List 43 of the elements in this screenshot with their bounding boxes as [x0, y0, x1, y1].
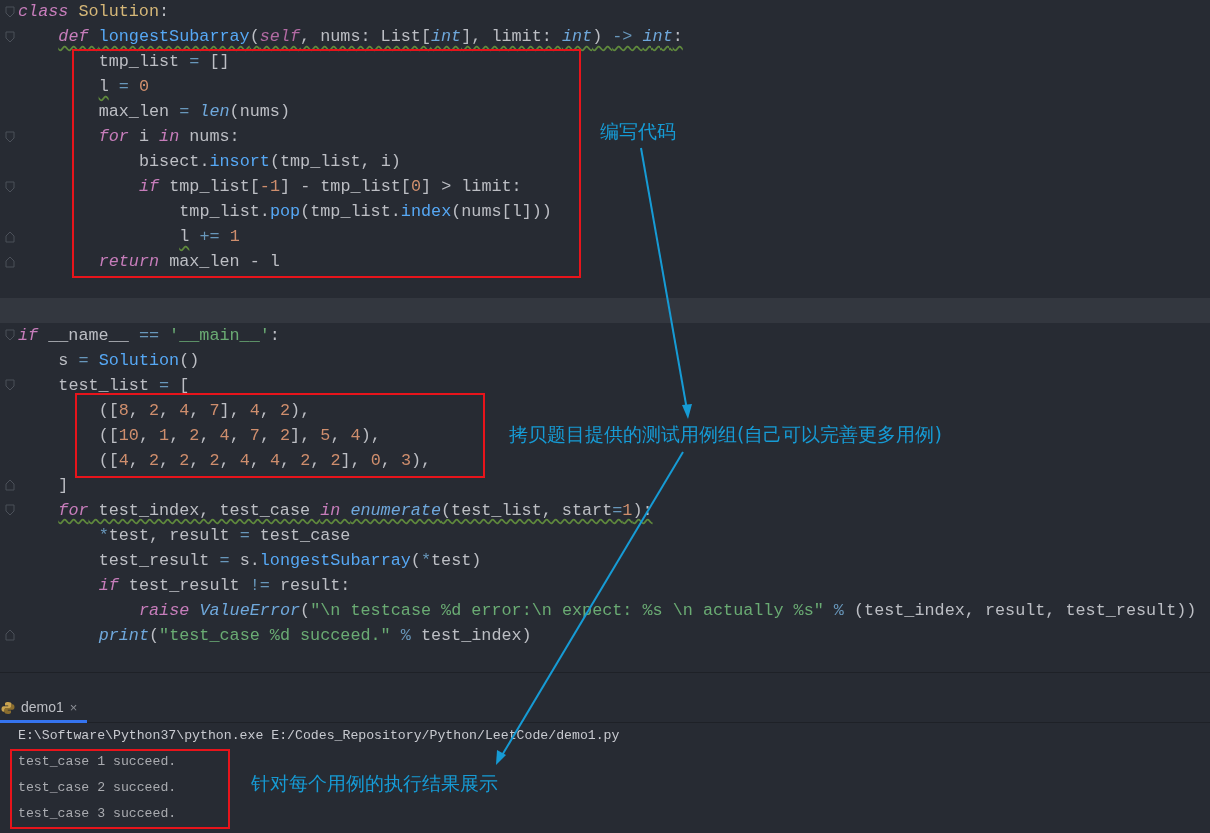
code-line: print("test_case %d succeed." % test_index) [98, 624, 532, 647]
python-icon [1, 700, 15, 715]
code-line: tmp_list.pop(tmp_list.index(nums[l])) [179, 201, 552, 223]
annotation-label: 拷贝题目提供的测试用例组(自己可以完善更多用例) [509, 422, 942, 447]
code-line: tmp_list = [] [98, 51, 230, 73]
code-line: if __name__ == '__main__': [18, 324, 280, 347]
code-line: ([4, 2, 2, 2, 4, 4, 2, 2], 0, 3), [98, 449, 432, 472]
code-line: l += 1 [179, 226, 240, 248]
code-line: s = Solution() [58, 349, 200, 372]
code-line: ([10, 1, 2, 4, 7, 2], 5, 4), [98, 424, 381, 447]
fold-icon[interactable] [4, 329, 15, 342]
code-line: max_len = len(nums) [98, 101, 290, 123]
code-line: *test, result = test_case [98, 524, 351, 547]
code-line: def longestSubarray(self, nums: List[int], limit: int) -> int: [58, 26, 683, 48]
close-icon[interactable]: × [69, 697, 78, 718]
fold-icon[interactable] [4, 479, 15, 492]
code-line: class Solution: [18, 1, 170, 23]
code-line: bisect.insort(tmp_list, i) [138, 151, 401, 173]
fold-icon[interactable] [4, 230, 15, 243]
fold-icon[interactable] [4, 180, 15, 193]
code-line: if tmp_list[-1] - tmp_list[0] > limit: [138, 176, 522, 198]
fold-icon[interactable] [4, 629, 15, 642]
code-line: test_list = [ [58, 374, 190, 397]
fold-icon[interactable] [4, 255, 15, 268]
console-line: test_case 2 succeed. [18, 779, 177, 797]
fold-icon[interactable] [4, 130, 15, 143]
code-line: ([8, 2, 4, 7], 4, 2), [98, 399, 311, 422]
fold-icon[interactable] [4, 5, 15, 18]
fold-icon[interactable] [4, 504, 15, 517]
code-line: if test_result != result: [98, 574, 351, 597]
annotation-label: 针对每个用例的执行结果展示 [251, 771, 498, 796]
code-line: l = 0 [98, 76, 149, 98]
annotation-label: 编写代码 [600, 119, 676, 144]
code-line: return max_len - l [98, 251, 280, 273]
console-line: test_case 1 succeed. [18, 753, 177, 771]
code-line: for i in nums: [98, 126, 240, 148]
code-line: for test_index, test_case in enumerate(test_list, start=1): [58, 499, 653, 522]
console-line: test_case 3 succeed. [18, 805, 177, 823]
code-line: ] [58, 474, 69, 497]
run-tab[interactable]: demo1 × [0, 695, 88, 723]
fold-icon[interactable] [4, 379, 15, 392]
code-line: test_result = s.longestSubarray(*test) [98, 549, 482, 572]
fold-icon[interactable] [4, 30, 15, 43]
